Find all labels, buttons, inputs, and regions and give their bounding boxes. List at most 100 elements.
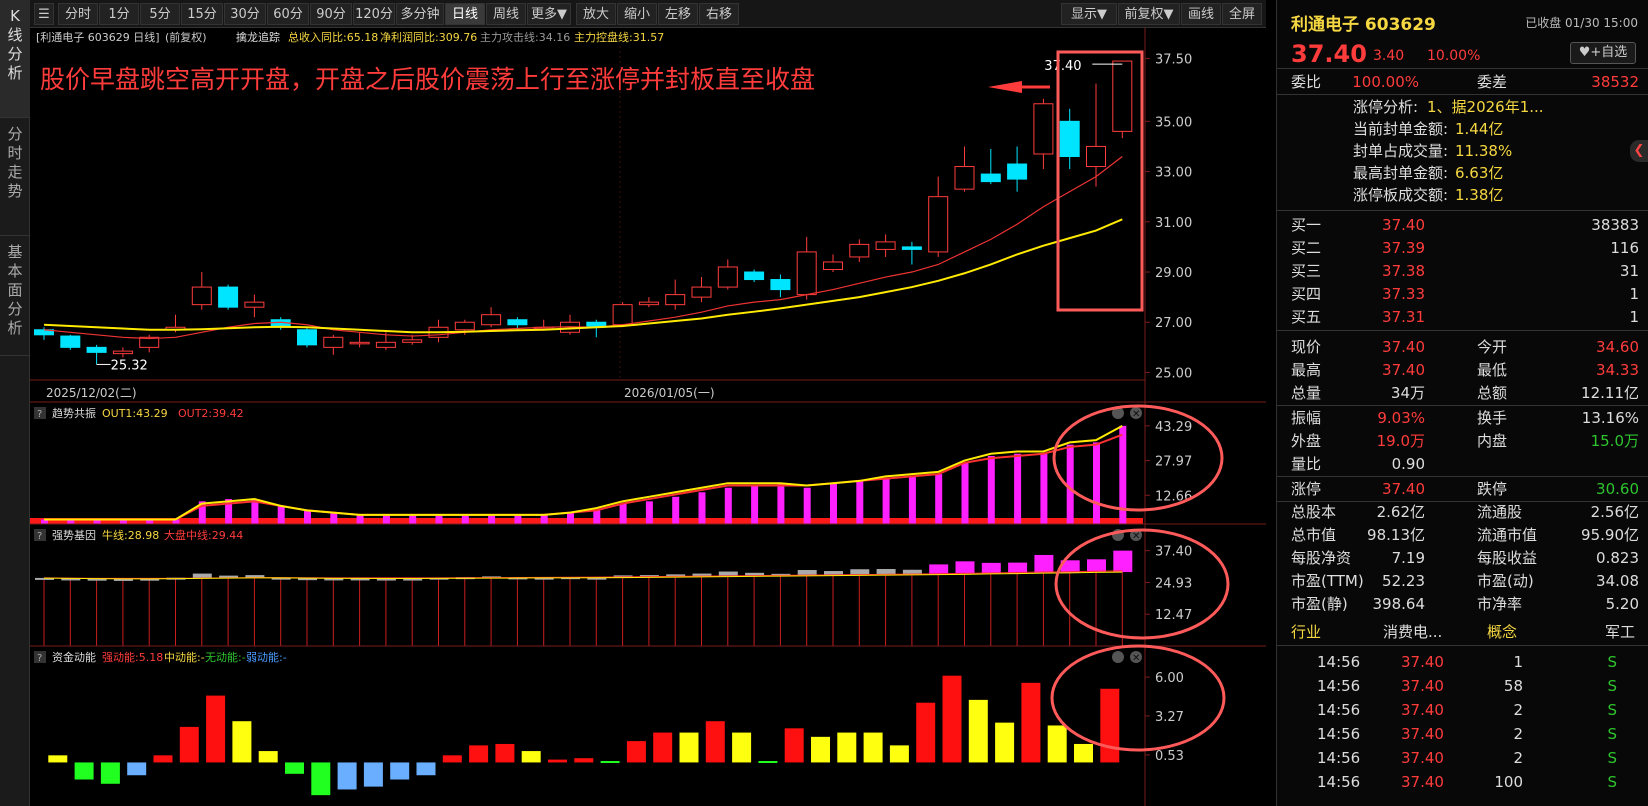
bid-row[interactable]: 买一 37.40 38383 — [1277, 213, 1648, 237]
candle[interactable] — [323, 336, 344, 348]
sub-title: 资金动能 — [52, 650, 96, 664]
side-tab-char: 时 — [7, 144, 23, 162]
bid-row[interactable]: 买四 37.33 1 — [1277, 282, 1648, 306]
bid-volume: 1 — [1629, 285, 1639, 303]
period-tab[interactable]: 更多▼ — [527, 3, 571, 25]
candle[interactable] — [1086, 145, 1106, 168]
chart-area[interactable]: [利通电子 603629 日线] (前复权) 擒龙追踪 总收入同比:65.18 净利润同… — [30, 28, 1266, 806]
fund-bar — [127, 762, 147, 776]
stat-label: 现价 — [1291, 338, 1322, 356]
bid-row[interactable]: 买五 37.31 1 — [1277, 305, 1648, 329]
concept-value[interactable]: 军工 — [1605, 620, 1635, 644]
candle[interactable] — [744, 271, 765, 281]
side-tab-char: 析 — [7, 319, 23, 337]
bid-row[interactable]: 买三 37.38 31 — [1277, 259, 1648, 283]
side-tab-0[interactable]: K线分析 — [0, 0, 30, 118]
candle[interactable] — [1112, 60, 1133, 132]
candle[interactable] — [770, 279, 791, 291]
candle[interactable] — [402, 339, 423, 343]
candle[interactable] — [481, 314, 502, 326]
menu-icon[interactable]: ☰ — [34, 3, 54, 25]
candle[interactable] — [691, 286, 712, 298]
candle[interactable] — [665, 294, 686, 306]
period-tab[interactable]: 1分 — [99, 3, 139, 25]
bid-volume: 116 — [1610, 239, 1639, 257]
trend-bar — [698, 492, 706, 524]
side-tab-1[interactable]: 分时走势 — [0, 118, 30, 236]
candle[interactable] — [86, 346, 107, 353]
candle[interactable] — [349, 341, 370, 345]
candle[interactable] — [638, 301, 659, 306]
candle[interactable] — [717, 266, 738, 288]
divider — [1277, 210, 1648, 211]
chart-svg[interactable]: [利通电子 603629 日线] (前复权) 擒龙追踪 总收入同比:65.18 净利润同… — [30, 28, 1266, 806]
limit-row: 涨停分析: 1、据2026年1... — [1277, 96, 1648, 118]
toolbar-right-button[interactable]: 前复权▼ — [1118, 3, 1180, 25]
trend-bar — [724, 487, 732, 524]
period-tab[interactable]: 60分 — [267, 3, 309, 25]
stat-label: 涨停 — [1291, 480, 1322, 498]
candle[interactable] — [507, 319, 528, 326]
fund-bar — [942, 675, 962, 763]
candle[interactable] — [112, 350, 133, 355]
candle[interactable] — [1059, 120, 1080, 157]
candle[interactable] — [454, 321, 475, 331]
candle[interactable] — [796, 251, 817, 296]
gene-bar — [981, 562, 1001, 574]
period-tab[interactable]: 多分钟 — [396, 3, 444, 25]
bid-row[interactable]: 买二 37.39 116 — [1277, 236, 1648, 260]
bid-label: 买二 — [1291, 239, 1322, 257]
period-tab[interactable]: 日线 — [445, 3, 485, 25]
candle[interactable] — [244, 301, 265, 308]
candle[interactable] — [823, 261, 843, 271]
stat-label: 外盘 — [1291, 432, 1322, 450]
trend-bar — [1066, 444, 1074, 524]
period-tab[interactable]: 90分 — [310, 3, 352, 25]
candle[interactable] — [218, 286, 239, 308]
period-tab[interactable]: 周线 — [486, 3, 526, 25]
side-tab-char: 线 — [7, 26, 23, 44]
candle[interactable] — [954, 166, 975, 190]
candle[interactable] — [1033, 103, 1054, 155]
period-tab[interactable]: 5分 — [140, 3, 180, 25]
candle[interactable] — [980, 173, 1001, 183]
profit-yoy: 净利润同比:309.76 — [380, 30, 477, 44]
add-favorite-button[interactable]: ♥+自选 — [1570, 42, 1636, 64]
stat-label: 市盈(静) — [1291, 595, 1348, 613]
toolbar-right-button[interactable]: 显示▼ — [1061, 3, 1117, 25]
candle[interactable] — [875, 241, 896, 250]
side-tab-char: 分 — [7, 45, 23, 63]
period-tab[interactable]: 15分 — [181, 3, 223, 25]
toolbar-action-button[interactable]: 放大 — [576, 3, 616, 25]
toolbar-right-button[interactable]: 画线 — [1181, 3, 1221, 25]
fund-bar — [416, 762, 436, 776]
candle[interactable] — [612, 304, 633, 326]
period-tab[interactable]: 分时 — [58, 3, 98, 25]
candle[interactable] — [1007, 163, 1028, 180]
industry-row: 行业 消费电... 概念 军工 — [1277, 620, 1648, 644]
fund-bar — [784, 728, 804, 763]
candle[interactable] — [297, 329, 317, 346]
gear-icon[interactable] — [1112, 651, 1124, 663]
fund-bar — [442, 755, 462, 763]
limit-row: 涨停板成交额: 1.38亿 — [1277, 184, 1648, 206]
industry-value[interactable]: 消费电... — [1383, 620, 1442, 644]
period-tab[interactable]: 30分 — [224, 3, 266, 25]
candle[interactable] — [849, 243, 870, 258]
stat-value: 5.20 — [1605, 595, 1639, 613]
candle[interactable] — [901, 246, 922, 250]
period-tab[interactable]: 120分 — [353, 3, 395, 25]
toolbar-right-button[interactable]: 全屏 — [1222, 3, 1262, 25]
candle[interactable] — [191, 286, 212, 306]
toolbar-action-button[interactable]: 缩小 — [617, 3, 657, 25]
sub-legend-label: OUT1:43.29 — [102, 407, 168, 420]
collapse-arrow-icon[interactable]: ❮ — [1630, 140, 1648, 162]
candle[interactable] — [928, 196, 949, 253]
toolbar-action-button[interactable]: 右移 — [699, 3, 739, 25]
candle[interactable] — [60, 335, 81, 348]
side-tab-char: 本 — [7, 262, 23, 280]
trend-bar — [356, 514, 364, 524]
candle[interactable] — [375, 341, 396, 348]
side-tab-2[interactable]: 基本面分析 — [0, 236, 30, 356]
toolbar-action-button[interactable]: 左移 — [658, 3, 698, 25]
